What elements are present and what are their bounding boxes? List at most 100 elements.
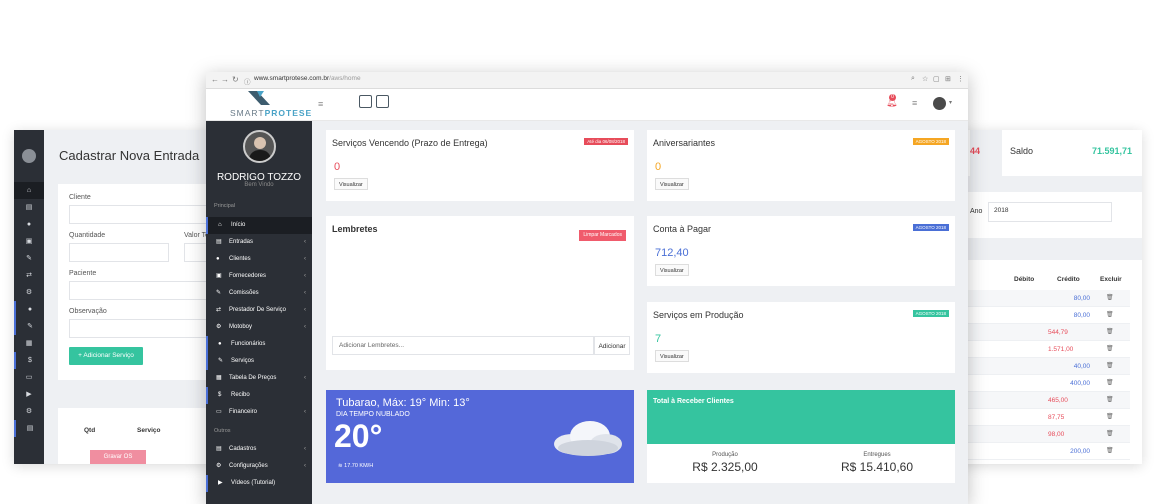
trash-icon[interactable]: 🗑︎ (1106, 311, 1114, 319)
clear-marked-button[interactable]: Limpar Marcados (579, 230, 626, 241)
calculator-icon[interactable] (359, 95, 372, 108)
weather-description: DIA TEMPO NUBLADO (336, 411, 410, 418)
sidebar-item-9-menu[interactable]: ✎ Serviços (206, 353, 312, 370)
file-icon[interactable]: ▤ (14, 199, 44, 216)
trash-icon[interactable]: 🗑︎ (1106, 447, 1114, 455)
briefcase-icon[interactable]: ▣ (14, 233, 44, 250)
dollar-icon[interactable]: $ (14, 352, 44, 369)
wrench-icon[interactable]: ✎ (14, 250, 44, 267)
chevron-icon: ‹ (304, 324, 306, 330)
trash-icon[interactable]: 🗑︎ (1106, 345, 1114, 353)
sidebar-item-3-menu[interactable]: ● Clientes ‹ (206, 251, 312, 268)
calendar-icon[interactable] (376, 95, 389, 108)
entregues-value: R$ 15.410,60 (840, 460, 914, 474)
trash-icon[interactable]: 🗑︎ (1106, 379, 1114, 387)
zoom-icon[interactable]: ⌕ (911, 75, 915, 83)
credito-header: Crédito (1057, 276, 1080, 283)
table-row: 465,00 🗑︎ (968, 392, 1130, 409)
edit-icon[interactable]: ✎ (14, 318, 44, 335)
sidebar-item-4-menu[interactable]: ▣ Fornecedores ‹ (206, 268, 312, 285)
extension-icon[interactable]: ▢ (933, 75, 940, 83)
file-icon: ▤ (216, 239, 222, 245)
card-servicos-producao: Serviços em Produção AGOSTO 2018 7 Visua… (647, 302, 955, 373)
month-badge: AGOSTO 2018 (912, 310, 949, 317)
home-icon[interactable]: ⌂ (14, 182, 44, 199)
trash-icon[interactable]: 🗑︎ (1106, 396, 1114, 404)
sidebar-item-label: Clientes (229, 256, 251, 262)
weather-card: Tubarao, Máx: 19° Min: 13° DIA TEMPO NUB… (326, 390, 634, 483)
trash-icon[interactable]: 🗑︎ (1106, 328, 1114, 336)
reload-icon[interactable]: ↻ (232, 75, 239, 84)
exchange-icon[interactable]: ⇄ (14, 267, 44, 284)
conta-pagar-value: 712,40 (655, 247, 689, 259)
table-row: 40,00 🗑︎ (968, 358, 1130, 375)
trash-icon[interactable]: 🗑︎ (1106, 430, 1114, 438)
profile-picture (243, 130, 276, 163)
forward-icon[interactable]: → (221, 75, 229, 84)
sidebar-item-label: Funcionários (231, 341, 266, 347)
sidebar-item-10-menu[interactable]: ▦ Tabela De Preços ‹ (206, 370, 312, 387)
sidebar-item-12-menu[interactable]: ▭ Financeiro ‹ (206, 404, 312, 421)
receivables-title: Total à Receber Clientes (653, 398, 734, 405)
url-host: www.smartprotese.com.br (254, 75, 330, 82)
list-icon[interactable]: ≡ (912, 98, 917, 108)
hamburger-icon[interactable]: ≡ (318, 99, 323, 109)
sidebar-item-5-menu[interactable]: ✎ Comissões ‹ (206, 285, 312, 302)
table-icon[interactable]: ▦ (14, 335, 44, 352)
card-servicos-vencendo: Serviços Vencendo (Prazo de Entrega) Até… (326, 130, 634, 201)
sidebar-item-2-menu_outros[interactable]: ⚙ Configurações ‹ (206, 458, 312, 475)
add-reminder-button[interactable]: Adicionar (594, 336, 630, 355)
table-row: 87,75 🗑︎ (968, 409, 1130, 426)
reminder-input[interactable]: Adicionar Lembretes... (332, 336, 594, 355)
saldo-label: Saldo (1010, 146, 1034, 156)
user-avatar[interactable] (933, 97, 946, 110)
kebab-menu-icon[interactable]: ⋮ (957, 75, 964, 83)
save-os-button[interactable]: Gravar OS (90, 450, 146, 464)
page-title: Cadastrar Nova Entrada (59, 148, 200, 163)
user-icon[interactable]: ● (14, 216, 44, 233)
sidebar-item-1-menu[interactable]: ⌂ Início (206, 217, 312, 234)
chevron-icon: ‹ (304, 273, 306, 279)
sidebar-item-1-menu_outros[interactable]: ▤ Cadastros ‹ (206, 441, 312, 458)
sidebar-item-11-menu[interactable]: $ Recibo (206, 387, 312, 404)
visualizar-button[interactable]: Visualizar (655, 264, 689, 276)
money-icon[interactable]: ▭ (14, 369, 44, 386)
cast-icon[interactable]: ⊞ (945, 75, 951, 83)
visualizar-button[interactable]: Visualizar (655, 350, 689, 362)
visualizar-button[interactable]: Visualizar (334, 178, 368, 190)
ano-input[interactable]: 2018 (988, 202, 1112, 222)
star-icon[interactable]: ☆ (922, 75, 928, 83)
trash-icon[interactable]: 🗑︎ (1106, 362, 1114, 370)
weather-wind: ≋ 17.70 KM/H (338, 463, 373, 469)
person-icon[interactable]: ● (14, 301, 44, 318)
cliente-label: Cliente (69, 194, 91, 201)
sidebar-item-3-menu_outros[interactable]: ▶ Vídeos (Tutorial) (206, 475, 312, 492)
table-row: 98,00 🗑︎ (968, 426, 1130, 443)
dashboard-content: Serviços Vencendo (Prazo de Entrega) Até… (312, 121, 968, 504)
sidebar-item-7-menu[interactable]: ⚙ Motoboy ‹ (206, 319, 312, 336)
back-icon[interactable]: ← (211, 75, 219, 84)
trash-icon[interactable]: 🗑︎ (1106, 413, 1114, 421)
sidebar-item-2-menu[interactable]: ▤ Entradas ‹ (206, 234, 312, 251)
motorcycle-icon[interactable]: ⚙ (14, 284, 44, 301)
add-service-button[interactable]: + Adicionar Serviço (69, 347, 143, 365)
logo-text: SMARTPROTESE (230, 108, 312, 118)
trash-icon[interactable]: 🗑︎ (1106, 294, 1114, 302)
gear-icon: ⚙ (216, 463, 222, 469)
sidebar-item-6-menu[interactable]: ⇄ Prestador De Serviço ‹ (206, 302, 312, 319)
quantidade-input[interactable] (69, 243, 169, 262)
sidebar-item-8-menu[interactable]: ● Funcionários (206, 336, 312, 353)
video-icon: ▶ (218, 480, 223, 486)
visualizar-button[interactable]: Visualizar (655, 178, 689, 190)
card-lembretes: Lembretes Limpar Marcados Adicionar Lemb… (326, 216, 634, 370)
producao-label: Produção (712, 452, 738, 458)
section-outros: Outros (214, 428, 231, 434)
chevron-down-icon[interactable]: ▾ (949, 99, 952, 106)
address-bar[interactable]: www.smartprotese.com.br/aws/home (254, 75, 361, 82)
video-icon[interactable]: ▶ (14, 386, 44, 403)
book-icon[interactable]: ▤ (14, 420, 44, 437)
table-row: 80,00 🗑︎ (968, 290, 1130, 307)
gear-icon[interactable]: ⚙ (14, 403, 44, 420)
table-icon: ▦ (216, 375, 222, 381)
excluir-header: Excluir (1100, 276, 1122, 283)
